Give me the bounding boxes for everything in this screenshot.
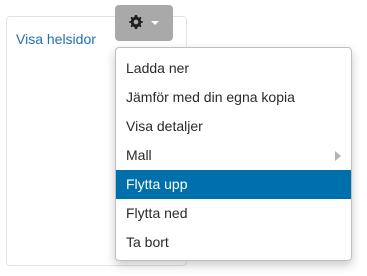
menu-item-label: Flytta ned [126,205,188,221]
menu-item-label: Ta bort [126,234,169,250]
menu-item-template[interactable]: Mall [116,141,351,170]
caret-down-icon [151,21,159,25]
menu-item-move-up[interactable]: Flytta upp [116,170,351,199]
menu-item-download[interactable]: Ladda ner [116,54,351,83]
menu-item-delete[interactable]: Ta bort [116,228,351,257]
gear-icon [129,15,143,29]
menu-item-show-details[interactable]: Visa detaljer [116,112,351,141]
menu-item-label: Mall [126,147,152,163]
submenu-arrow-icon [335,151,341,161]
page: Visa helsidor Ladda ner Jämför med din e… [0,0,367,276]
menu-item-label: Jämför med din egna kopia [126,89,295,105]
menu-item-move-down[interactable]: Flytta ned [116,199,351,228]
menu-item-label: Visa detaljer [126,118,203,134]
menu-item-compare-with-own-copy[interactable]: Jämför med din egna kopia [116,83,351,112]
view-full-pages-link[interactable]: Visa helsidor [16,31,96,47]
actions-dropdown-button[interactable] [115,5,173,41]
actions-dropdown-menu: Ladda ner Jämför med din egna kopia Visa… [115,47,352,261]
menu-item-label: Flytta upp [126,176,188,192]
menu-item-label: Ladda ner [126,60,190,76]
